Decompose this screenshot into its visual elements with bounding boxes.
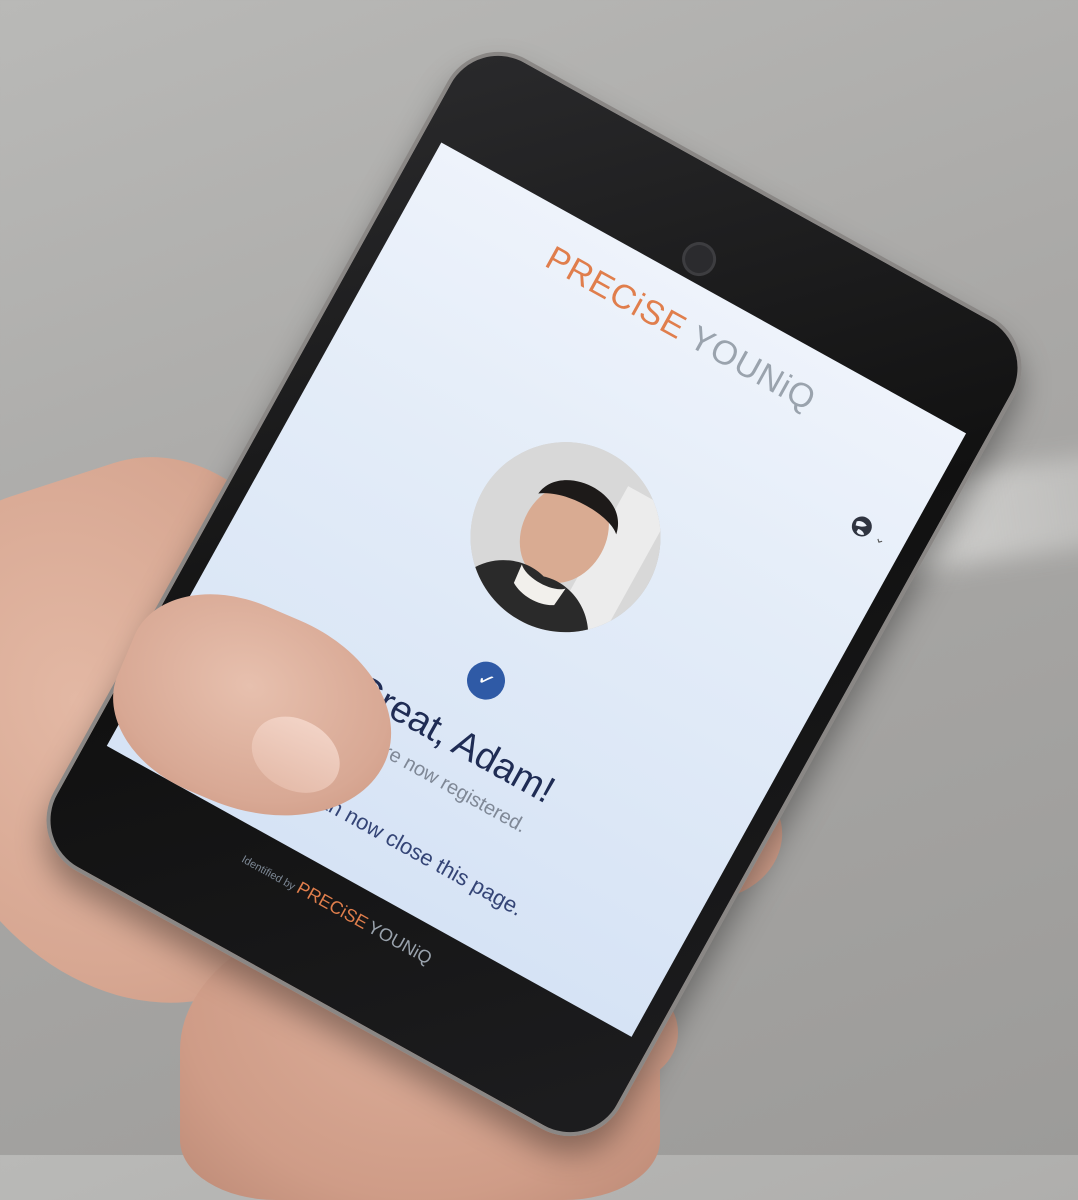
footer-brand-secondary: YOUNiQ [364, 916, 436, 969]
user-photo [436, 408, 695, 667]
brand-primary: PRECiSE [539, 239, 693, 348]
globe-icon[interactable] [846, 510, 879, 543]
chevron-down-icon[interactable]: ⌄ [872, 530, 889, 549]
brand-secondary: YOUNiQ [683, 318, 823, 419]
brand-logo: PRECiSE YOUNiQ [409, 167, 953, 492]
phone-screen: PRECiSE YOUNiQ ⌄ ✓ Great, Adam! You are … [106, 142, 967, 1037]
footer-prefix: Identified by [239, 853, 298, 893]
front-camera-icon [675, 235, 723, 283]
check-icon: ✓ [460, 654, 512, 707]
